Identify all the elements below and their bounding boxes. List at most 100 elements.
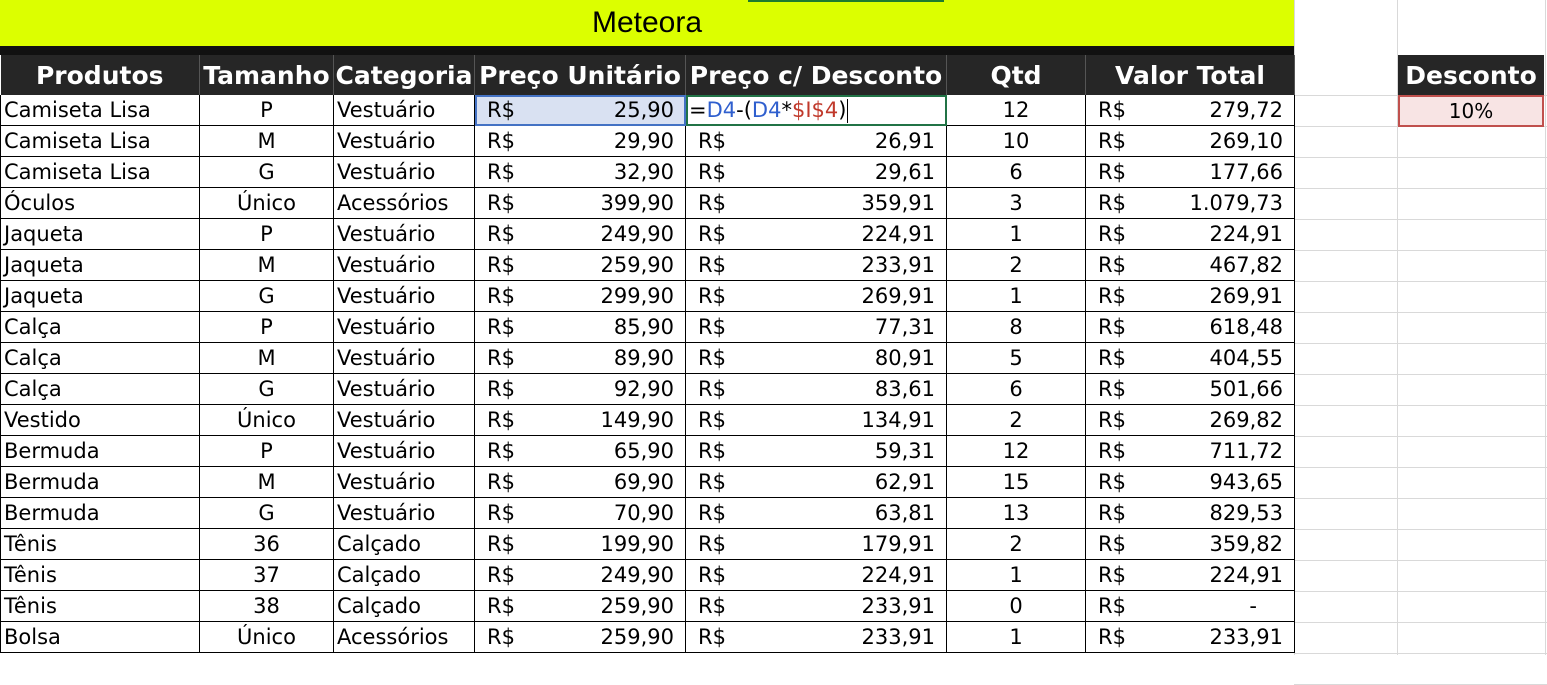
cell-preco-unitario[interactable]: R$ 249,90 [474, 559, 686, 591]
cell-tamanho[interactable]: M [199, 125, 334, 157]
header-qtd[interactable]: Qtd [946, 55, 1086, 95]
header-preco-desconto[interactable]: Preço c/ Desconto [685, 55, 947, 95]
cell-qtd[interactable]: 3 [946, 187, 1086, 219]
cell-preco-desconto[interactable]: R$ 269,91 [685, 280, 947, 312]
cell-formula-editing[interactable]: =D4-(D4*$I$4) [685, 95, 947, 126]
cell-qtd[interactable]: 15 [946, 466, 1086, 498]
cell-qtd[interactable]: 2 [946, 249, 1086, 281]
cell-tamanho[interactable]: Único [199, 187, 334, 219]
cell-preco-desconto[interactable]: R$ 59,31 [685, 435, 947, 467]
cell-tamanho[interactable]: M [199, 249, 334, 281]
cell-qtd[interactable]: 2 [946, 528, 1086, 560]
cell-preco-desconto[interactable]: R$ 233,91 [685, 590, 947, 622]
cell-produto[interactable]: Calça [0, 311, 200, 343]
cell-qtd[interactable]: 5 [946, 342, 1086, 374]
cell-produto[interactable]: Bermuda [0, 497, 200, 529]
cell-categoria[interactable]: Vestuário [333, 280, 475, 312]
cell-categoria[interactable]: Vestuário [333, 497, 475, 529]
cell-preco-desconto[interactable]: R$ 233,91 [685, 249, 947, 281]
cell-produto[interactable]: Tênis [0, 590, 200, 622]
cell-categoria[interactable]: Vestuário [333, 249, 475, 281]
cell-produto[interactable]: Bermuda [0, 466, 200, 498]
cell-preco-desconto[interactable]: R$ 77,31 [685, 311, 947, 343]
cell-produto[interactable]: Jaqueta [0, 249, 200, 281]
cell-preco-desconto[interactable]: R$ 26,91 [685, 125, 947, 157]
cell-valor-total[interactable]: R$ 501,66 [1085, 373, 1295, 405]
cell-tamanho[interactable]: G [199, 280, 334, 312]
cell-valor-total[interactable]: R$ 224,91 [1085, 218, 1295, 250]
cell-produto[interactable]: Tênis [0, 559, 200, 591]
cell-valor-total[interactable]: R$ 269,91 [1085, 280, 1295, 312]
cell-categoria[interactable]: Vestuário [333, 218, 475, 250]
cell-produto[interactable]: Camiseta Lisa [0, 95, 200, 126]
cell-valor-total[interactable]: R$ 359,82 [1085, 528, 1295, 560]
cell-preco-unitario[interactable]: R$ 299,90 [474, 280, 686, 312]
cell-produto[interactable]: Camiseta Lisa [0, 125, 200, 157]
cell-produto[interactable]: Tênis [0, 528, 200, 560]
cell-valor-total[interactable]: R$ - [1085, 590, 1295, 622]
cell-preco-desconto[interactable]: R$ 62,91 [685, 466, 947, 498]
cell-qtd[interactable]: 0 [946, 590, 1086, 622]
header-tamanho[interactable]: Tamanho [199, 55, 334, 95]
cell-tamanho[interactable]: P [199, 218, 334, 250]
cell-valor-total[interactable]: R$ 233,91 [1085, 621, 1295, 653]
cell-qtd[interactable]: 6 [946, 156, 1086, 188]
cell-preco-unitario[interactable]: R$ 259,90 [474, 249, 686, 281]
desconto-value-cell[interactable]: 10% [1398, 95, 1544, 127]
header-valor-total[interactable]: Valor Total [1085, 55, 1295, 95]
cell-preco-unitario[interactable]: R$ 32,90 [474, 156, 686, 188]
cell-valor-total[interactable]: R$ 711,72 [1085, 435, 1295, 467]
cell-preco-desconto[interactable]: R$ 224,91 [685, 218, 947, 250]
cell-preco-desconto[interactable]: R$ 29,61 [685, 156, 947, 188]
cell-tamanho[interactable]: P [199, 311, 334, 343]
header-preco-unitario[interactable]: Preço Unitário [474, 55, 686, 95]
cell-qtd[interactable]: 1 [946, 559, 1086, 591]
cell-tamanho[interactable]: G [199, 156, 334, 188]
cell-tamanho[interactable]: Único [199, 621, 334, 653]
cell-preco-unitario[interactable]: R$ 65,90 [474, 435, 686, 467]
cell-categoria[interactable]: Calçado [333, 590, 475, 622]
cell-valor-total[interactable]: R$ 269,82 [1085, 404, 1295, 436]
cell-qtd[interactable]: 13 [946, 497, 1086, 529]
cell-produto[interactable]: Jaqueta [0, 280, 200, 312]
cell-preco-desconto[interactable]: R$ 134,91 [685, 404, 947, 436]
cell-preco-unitario[interactable]: R$ 25,90 [474, 95, 686, 126]
cell-valor-total[interactable]: R$ 618,48 [1085, 311, 1295, 343]
cell-categoria[interactable]: Acessórios [333, 187, 475, 219]
cell-tamanho[interactable]: Único [199, 404, 334, 436]
cell-preco-unitario[interactable]: R$ 199,90 [474, 528, 686, 560]
cell-qtd[interactable]: 8 [946, 311, 1086, 343]
cell-preco-desconto[interactable]: R$ 63,81 [685, 497, 947, 529]
cell-categoria[interactable]: Acessórios [333, 621, 475, 653]
cell-preco-unitario[interactable]: R$ 259,90 [474, 590, 686, 622]
cell-preco-desconto[interactable]: R$ 224,91 [685, 559, 947, 591]
cell-preco-unitario[interactable]: R$ 92,90 [474, 373, 686, 405]
cell-valor-total[interactable]: R$ 829,53 [1085, 497, 1295, 529]
cell-produto[interactable]: Óculos [0, 187, 200, 219]
cell-preco-desconto[interactable]: R$ 80,91 [685, 342, 947, 374]
cell-preco-unitario[interactable]: R$ 259,90 [474, 621, 686, 653]
cell-produto[interactable]: Jaqueta [0, 218, 200, 250]
cell-categoria[interactable]: Vestuário [333, 311, 475, 343]
cell-qtd[interactable]: 1 [946, 280, 1086, 312]
cell-preco-unitario[interactable]: R$ 89,90 [474, 342, 686, 374]
cell-categoria[interactable]: Vestuário [333, 404, 475, 436]
cell-preco-unitario[interactable]: R$ 29,90 [474, 125, 686, 157]
cell-produto[interactable]: Vestido [0, 404, 200, 436]
title-banner[interactable]: Meteora [0, 0, 1294, 46]
cell-tamanho[interactable]: G [199, 373, 334, 405]
cell-categoria[interactable]: Vestuário [333, 435, 475, 467]
cell-tamanho[interactable]: 37 [199, 559, 334, 591]
cell-tamanho[interactable]: P [199, 435, 334, 467]
cell-preco-unitario[interactable]: R$ 70,90 [474, 497, 686, 529]
cell-categoria[interactable]: Vestuário [333, 373, 475, 405]
cell-categoria[interactable]: Vestuário [333, 95, 475, 126]
cell-categoria[interactable]: Calçado [333, 528, 475, 560]
cell-valor-total[interactable]: R$ 467,82 [1085, 249, 1295, 281]
cell-categoria[interactable]: Vestuário [333, 342, 475, 374]
cell-tamanho[interactable]: 36 [199, 528, 334, 560]
cell-valor-total[interactable]: R$ 1.079,73 [1085, 187, 1295, 219]
cell-preco-desconto[interactable]: R$ 359,91 [685, 187, 947, 219]
header-categoria[interactable]: Categoria [333, 55, 475, 95]
cell-tamanho[interactable]: M [199, 342, 334, 374]
